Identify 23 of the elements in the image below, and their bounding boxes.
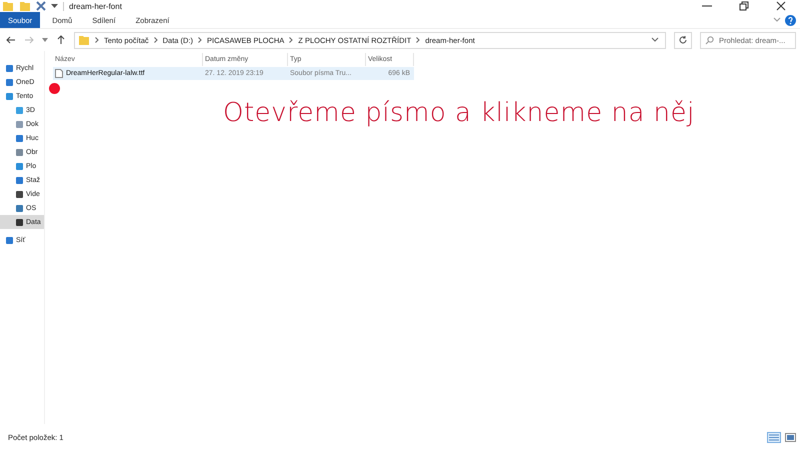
chevron-right-icon[interactable]: [198, 37, 202, 43]
chevron-right-icon[interactable]: [95, 37, 99, 43]
file-icon: [55, 69, 63, 78]
help-icon[interactable]: [785, 14, 796, 26]
chevron-icon[interactable]: [773, 17, 781, 23]
window-title: dream-her-font: [63, 2, 122, 10]
chevron-right-icon[interactable]: [154, 37, 158, 43]
dropdown-icon[interactable]: [51, 3, 58, 9]
caption-text: Otevřeme písmo a klikneme na něj: [223, 98, 696, 128]
folder-icon: [78, 34, 90, 46]
chevron-right-icon[interactable]: [416, 37, 420, 43]
details-view-icon[interactable]: [767, 432, 781, 442]
refresh-button[interactable]: [674, 32, 692, 48]
refresh-icon: [678, 35, 688, 45]
back-arrow-icon[interactable]: [6, 35, 16, 45]
restore-icon[interactable]: [739, 1, 749, 11]
close-icon[interactable]: [776, 1, 786, 11]
delete-x-icon[interactable]: [36, 1, 46, 11]
dropdown-icon[interactable]: [42, 38, 48, 42]
chevron-right-icon[interactable]: [289, 37, 294, 43]
up-arrow-icon[interactable]: [56, 35, 66, 45]
large-icons-view-icon[interactable]: [785, 432, 796, 442]
chevron-icon[interactable]: [651, 37, 659, 43]
